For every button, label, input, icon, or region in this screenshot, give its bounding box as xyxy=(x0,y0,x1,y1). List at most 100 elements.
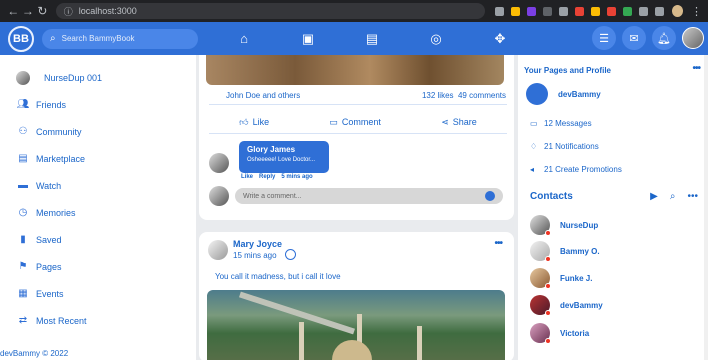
gaming-nav-icon[interactable]: ✥ xyxy=(468,22,532,55)
account-avatar[interactable] xyxy=(682,27,704,49)
online-indicator xyxy=(545,338,551,344)
megaphone-icon: ◂ xyxy=(530,165,535,174)
sidebar-item-saved[interactable]: ▮ Saved xyxy=(0,226,196,253)
search-input[interactable] xyxy=(61,34,182,43)
more-options-icon[interactable]: ••• xyxy=(692,63,700,74)
comment-author[interactable]: Glory James xyxy=(247,145,321,154)
notifications-icon[interactable]: 🔔︎ xyxy=(652,26,676,50)
search-bar[interactable]: ⌕ xyxy=(42,28,198,49)
share-icon[interactable] xyxy=(495,6,505,16)
sidebar-item-marketplace[interactable]: ▤ Marketplace xyxy=(0,145,196,172)
forward-icon[interactable]: → xyxy=(21,4,36,18)
divider xyxy=(209,104,507,105)
sidebar-item-watch[interactable]: ▬ Watch xyxy=(0,172,196,199)
extension-icon[interactable] xyxy=(591,6,601,16)
contact-item[interactable]: Funke J. xyxy=(530,268,592,289)
comment-label: Comment xyxy=(341,116,381,127)
more-options-icon[interactable]: ••• xyxy=(494,238,502,249)
news-feed: John Doe and others 132 likes 49 comment… xyxy=(196,55,518,360)
sidebar-item-events[interactable]: ▦ Events xyxy=(0,280,196,307)
notifications-label: 21 Notifications xyxy=(544,142,599,151)
sidebar-item-community[interactable]: ⚇ Community xyxy=(0,118,196,145)
profile-link[interactable]: NurseDup 001 xyxy=(0,55,196,85)
sidebar-item-label: Saved xyxy=(36,234,62,245)
sidebar-item-label: Friends xyxy=(36,99,67,110)
image-road xyxy=(239,291,355,335)
comment-button[interactable]: ▭ Comment xyxy=(329,117,381,128)
comment-like-link[interactable]: Like xyxy=(241,174,253,180)
bookmark-star-icon[interactable] xyxy=(511,6,521,16)
groups-nav-icon[interactable]: ◎ xyxy=(404,22,468,55)
likes-count[interactable]: 132 likes xyxy=(422,91,454,100)
sidebar-item-pages[interactable]: ⚑ Pages xyxy=(0,253,196,280)
like-button[interactable]: 👍︎ Like xyxy=(239,117,269,128)
site-info-icon[interactable]: ⓘ xyxy=(64,5,73,18)
avatar xyxy=(530,268,551,289)
post-image[interactable] xyxy=(207,290,505,360)
extension-icon[interactable] xyxy=(559,6,569,16)
search-icon[interactable]: ⌕ xyxy=(670,191,676,202)
more-options-icon[interactable]: ••• xyxy=(687,191,698,202)
browser-menu-icon[interactable]: ⋮ xyxy=(691,5,702,18)
logo[interactable]: BB xyxy=(8,25,34,52)
sidebar-item-most-recent[interactable]: ⇄ Most Recent xyxy=(0,307,196,334)
likes-comments-count: 132 likes 49 comments xyxy=(422,91,506,100)
puzzle-icon[interactable] xyxy=(639,6,649,16)
liked-by[interactable]: John Doe and others xyxy=(226,91,300,100)
sidebar-item-label: Pages xyxy=(36,261,62,272)
sidebar-item-label: Marketplace xyxy=(36,153,86,164)
contact-item[interactable]: NurseDup xyxy=(530,215,598,236)
thumbs-up-icon: 👍︎ xyxy=(239,116,249,127)
avatar[interactable] xyxy=(208,240,228,260)
comment-reply-link[interactable]: Reply xyxy=(259,174,275,180)
address-bar[interactable]: ⓘ localhost:3000 xyxy=(55,3,486,19)
video-nav-icon[interactable]: ▣ xyxy=(276,22,340,55)
comment-icon: ▭ xyxy=(329,116,338,127)
image-minaret xyxy=(417,326,422,360)
like-label: Like xyxy=(252,116,270,127)
extension-icon[interactable] xyxy=(607,6,617,16)
messenger-icon[interactable]: ✉ xyxy=(622,26,646,50)
back-icon[interactable]: ← xyxy=(6,4,21,18)
emoji-icon[interactable] xyxy=(485,191,495,201)
video-call-icon[interactable]: ▶ xyxy=(650,191,658,202)
sidepanel-icon[interactable] xyxy=(655,6,665,16)
write-comment: Write a comment... xyxy=(209,186,503,206)
browser-profile-avatar[interactable] xyxy=(672,5,683,17)
left-sidebar: NurseDup 001 👥︎ Friends ⚇ Community ▤ Marke… xyxy=(0,55,196,360)
sidebar-item-memories[interactable]: ◷ Memories xyxy=(0,199,196,226)
menu-icon[interactable]: ☰ xyxy=(592,26,616,50)
sidebar-item-friends[interactable]: 👥︎ Friends xyxy=(0,91,196,118)
extension-icon[interactable] xyxy=(575,6,585,16)
post-stats: John Doe and others 132 likes 49 comment… xyxy=(226,91,506,100)
comment-input[interactable]: Write a comment... xyxy=(235,188,503,204)
page-name: devBammy xyxy=(558,89,601,99)
avatar[interactable] xyxy=(209,153,229,173)
post-author[interactable]: Mary Joyce xyxy=(233,239,282,249)
contact-item[interactable]: Victoria xyxy=(530,323,589,344)
extension-icon[interactable] xyxy=(623,6,633,16)
share-button[interactable]: ⋖ Share xyxy=(441,117,477,128)
recent-icon: ⇄ xyxy=(18,315,28,326)
comment-meta: Like Reply 5 mins ago xyxy=(241,174,313,180)
extension-icon[interactable] xyxy=(543,6,553,16)
messages-link[interactable]: ▭ 12 Messages xyxy=(530,119,592,128)
extension-icon[interactable] xyxy=(527,6,537,16)
comments-count[interactable]: 49 comments xyxy=(458,91,506,100)
globe-icon xyxy=(285,249,296,260)
contacts-tools: ▶ ⌕ ••• xyxy=(650,191,698,202)
notifications-link[interactable]: ♢ 21 Notifications xyxy=(530,142,599,151)
contact-item[interactable]: devBammy xyxy=(530,295,603,316)
promotions-link[interactable]: ◂ 21 Create Promotions xyxy=(530,165,622,174)
post-image[interactable] xyxy=(206,55,504,85)
online-indicator xyxy=(545,230,551,236)
home-nav-icon[interactable]: ⌂ xyxy=(212,22,276,55)
header-actions: ☰ ✉ 🔔︎ xyxy=(592,26,704,50)
page-link[interactable]: devBammy xyxy=(526,83,601,105)
scrollbar[interactable] xyxy=(704,55,708,360)
marketplace-nav-icon[interactable]: ▤ xyxy=(340,22,404,55)
search-icon: ⌕ xyxy=(50,33,56,44)
contact-item[interactable]: Bammy O. xyxy=(530,241,600,262)
reload-icon[interactable]: ↻ xyxy=(35,4,50,18)
divider xyxy=(209,133,507,134)
